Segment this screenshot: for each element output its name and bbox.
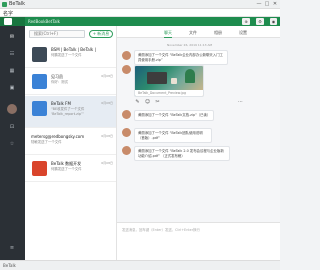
brand-text: RedBookBetTalk	[28, 19, 60, 24]
status-text: BeTalk	[3, 263, 16, 268]
menu-bar: 名字	[0, 9, 280, 17]
input-placeholder: 发送消息，回车键（Enter）发送，Ctrl+Enter换行	[122, 228, 200, 232]
app-title: BeTalk	[9, 1, 26, 7]
tab-chat[interactable]: 聊天	[164, 30, 172, 36]
edit-icon[interactable]: ✎	[134, 99, 141, 106]
avatar[interactable]	[7, 104, 17, 114]
minimize-icon[interactable]: —	[256, 1, 262, 7]
status-bar: BeTalk	[0, 260, 280, 270]
search-input[interactable]: 搜索(Ctrl+F)	[29, 30, 85, 38]
app-logo-icon	[2, 2, 7, 7]
message-bubble: 黄丽添加了一个文件 “BeTalk文档.zip”（已读）	[134, 110, 214, 121]
avatar	[122, 128, 131, 137]
settings-icon[interactable]: ≡	[8, 244, 16, 252]
calendar-icon[interactable]: ▣	[8, 84, 16, 92]
conversation-preview: “BE收发件了一个文件 ‘BeTalk_report.zip’”	[51, 107, 85, 116]
message-icon[interactable]: ✉	[8, 33, 16, 41]
image-caption: BeTalk_Document_Preview.jpg	[135, 90, 203, 96]
conversation-list: 搜索(Ctrl+F) + 新消息 BSM | BeTalk | BeTalk |…	[25, 26, 117, 260]
tab-settings[interactable]: 设置	[239, 30, 247, 36]
avatar	[32, 101, 47, 116]
plant-graphic	[185, 69, 195, 83]
scissors-icon[interactable]: ✂	[154, 99, 161, 106]
gear-icon[interactable]: ⚙	[256, 18, 264, 25]
list-item[interactable]: BSM | BeTalk | BeTalk | 何鹏发送了一个文件	[25, 42, 116, 68]
profile-area	[0, 17, 25, 26]
conversation-name: BSM | BeTalk | BeTalk |	[51, 47, 96, 52]
message-bubble: 黄丽添加了一个文件 “BeTalk 2.0 发布会议程与企业版新功能介绍.pdf…	[134, 146, 230, 162]
avatar	[122, 110, 131, 119]
add-icon[interactable]: ⊕	[242, 18, 250, 25]
chat-panel: 聊天 文件 相册 设置 November 26, 2019 11:13 AM 黄…	[117, 26, 280, 260]
laptop-graphic	[147, 72, 167, 84]
avatar	[32, 47, 47, 62]
user-icon[interactable]: ◉	[270, 18, 277, 25]
tab-files[interactable]: 文件	[189, 30, 197, 36]
close-icon[interactable]: ✕	[272, 1, 278, 7]
tab-album[interactable]: 相册	[214, 30, 222, 36]
avatar	[122, 146, 131, 155]
conversation-time: 6月08日	[101, 74, 113, 78]
conversation-preview: 陆敏发送了一个文件	[31, 140, 62, 144]
list-item[interactable]: BeTalk 数据开发 6月08日 何鹏发送了一个文件	[25, 156, 116, 182]
avatar	[32, 161, 47, 176]
message-bubble: 黄丽添加了一个文件 “BeTalk团队使用说明（首版）.pdf”	[134, 128, 212, 144]
conversation-name: metersg@redbongsky.com	[31, 134, 85, 139]
message-input[interactable]: 发送消息，回车键（Enter）发送，Ctrl+Enter换行	[117, 222, 280, 260]
list-item[interactable]: BeTalk FM 6月08日 “BE收发件了一个文件 ‘BeTalk_repo…	[25, 96, 116, 128]
list-item[interactable]: 见习员 6月08日 你好：测试	[25, 69, 116, 95]
conversation-time: 6月08日	[101, 101, 113, 105]
active-tab-indicator	[164, 37, 172, 38]
top-bar: RedBookBetTalk ⊕ ⚙ ◉	[0, 17, 280, 26]
menu-item[interactable]: 名字	[3, 10, 13, 17]
conversation-preview: 何鹏发送了一个文件	[51, 53, 82, 57]
apps-icon[interactable]: ▦	[8, 67, 16, 75]
message-bubble: 黄丽添加了一个文件 “BeTalk企业内部办公新聊天入门工具使用手册.zip”	[134, 50, 228, 66]
new-message-button[interactable]: + 新消息	[89, 30, 113, 38]
cup-graphic	[171, 78, 177, 84]
title-bar: BeTalk — □ ✕	[0, 0, 280, 9]
conversation-time: 6月08日	[101, 134, 113, 138]
conversation-preview: 你好：测试	[51, 80, 68, 84]
conversation-time: 6月08日	[101, 161, 113, 165]
image-message-card[interactable]: BeTalk_Document_Preview.jpg	[134, 65, 204, 97]
star-icon[interactable]: ☆	[8, 140, 16, 148]
contacts-icon[interactable]: ☷	[8, 50, 16, 58]
avatar	[32, 74, 47, 89]
conversation-preview: 何鹏发送了一个文件	[51, 167, 82, 171]
list-item[interactable]: metersg@redbongsky.com 6月08日 陆敏发送了一个文件	[25, 129, 116, 155]
avatar	[122, 65, 131, 74]
user-avatar[interactable]	[4, 18, 12, 25]
message-date: November 26, 2019 11:13 AM	[167, 43, 213, 47]
more-icon[interactable]: ⋯	[237, 99, 244, 106]
files-icon[interactable]: ⊡	[8, 123, 16, 131]
sidebar: ✉ ☷ ▦ ▣ ⊡ ☆ ≡	[0, 26, 25, 260]
chat-tabs: 聊天 文件 相册 设置	[117, 26, 280, 38]
conversation-name: BeTalk FM	[51, 101, 71, 106]
maximize-icon[interactable]: □	[264, 1, 270, 7]
emoji-icon[interactable]: ☺	[144, 99, 151, 106]
avatar	[122, 51, 131, 60]
